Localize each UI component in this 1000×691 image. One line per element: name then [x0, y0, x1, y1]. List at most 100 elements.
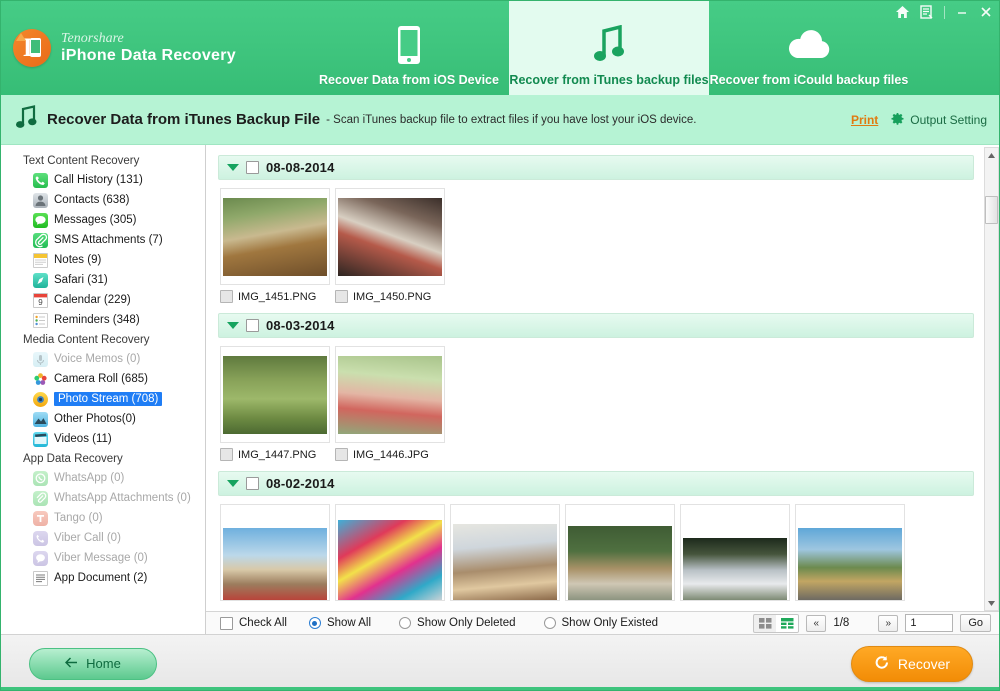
music-note-icon: [15, 104, 37, 135]
check-all-control[interactable]: Check All: [220, 616, 287, 630]
cloud-icon: [785, 21, 833, 69]
sidebar-item-label: Photo Stream (708): [54, 392, 163, 406]
file-tile[interactable]: [565, 504, 675, 601]
date-group-checkbox[interactable]: [246, 477, 259, 490]
file-checkbox[interactable]: [220, 448, 233, 461]
svg-text:9: 9: [38, 298, 43, 307]
sidebar-item-whatsapp-attachments[interactable]: WhatsApp Attachments (0): [1, 488, 205, 508]
file-tile[interactable]: [795, 504, 905, 601]
video-clapper-icon: [33, 431, 48, 447]
thumbnail-row: IMG_1447.PNG IMG_1446.JPG: [218, 338, 974, 465]
sidebar-item-call-history[interactable]: Call History (131): [1, 170, 205, 190]
scrollbar-thumb[interactable]: [985, 196, 998, 224]
filter-show-only-deleted[interactable]: Show Only Deleted: [399, 617, 516, 629]
date-group-checkbox[interactable]: [246, 319, 259, 332]
file-tile[interactable]: IMG_1450.PNG: [335, 188, 445, 303]
application-window: D Tenorshare iPhone Data Recovery Recove…: [0, 0, 1000, 691]
sidebar-item-label: Camera Roll (685): [54, 373, 148, 385]
check-all-label: Check All: [239, 617, 287, 629]
sidebar-item-calendar[interactable]: 9 Calendar (229): [1, 290, 205, 310]
chevron-down-icon[interactable]: [227, 480, 239, 487]
register-icon[interactable]: [920, 5, 934, 19]
sidebar-item-safari[interactable]: Safari (31): [1, 270, 205, 290]
date-group-checkbox[interactable]: [246, 161, 259, 174]
home-button[interactable]: Home: [29, 647, 157, 680]
scroll-up-arrow-icon[interactable]: [985, 148, 998, 162]
go-button[interactable]: Go: [960, 614, 991, 632]
page-input[interactable]: [905, 614, 954, 632]
sidebar-item-tango[interactable]: Tango (0): [1, 508, 205, 528]
file-checkbox[interactable]: [220, 290, 233, 303]
sidebar-item-label: Viber Call (0): [54, 532, 121, 544]
file-name: IMG_1451.PNG: [238, 290, 317, 303]
thumbnail-image: [683, 538, 787, 600]
tab-label: Recover Data from iOS Device: [319, 73, 499, 87]
thumbnail-image: [223, 528, 327, 600]
filter-show-only-existed[interactable]: Show Only Existed: [543, 617, 658, 629]
vertical-scrollbar[interactable]: [984, 147, 999, 611]
sidebar-item-notes[interactable]: Notes (9): [1, 250, 205, 270]
tab-label: Recover from iTunes backup files: [509, 73, 709, 87]
radio-show-only-deleted[interactable]: [399, 617, 412, 629]
first-page-button[interactable]: «: [806, 614, 827, 632]
filter-label: Show Only Deleted: [417, 617, 516, 629]
scroll-down-arrow-icon[interactable]: [985, 596, 998, 610]
minimize-button[interactable]: [955, 5, 969, 19]
sidebar-item-label: Videos (11): [54, 433, 112, 445]
sidebar-item-videos[interactable]: Videos (11): [1, 429, 205, 449]
viber-call-icon: [33, 530, 48, 546]
file-checkbox[interactable]: [335, 290, 348, 303]
sidebar-item-sms-attachments[interactable]: SMS Attachments (7): [1, 230, 205, 250]
output-setting-label: Output Setting: [910, 112, 987, 127]
sidebar-item-other-photos[interactable]: Other Photos(0): [1, 409, 205, 429]
sidebar-item-messages[interactable]: Messages (305): [1, 210, 205, 230]
file-checkbox[interactable]: [335, 448, 348, 461]
sidebar-item-whatsapp[interactable]: WhatsApp (0): [1, 468, 205, 488]
thumbnail-image: [568, 526, 672, 600]
home-icon[interactable]: [895, 5, 910, 19]
file-tile[interactable]: [220, 504, 330, 601]
print-link[interactable]: Print: [851, 113, 878, 127]
page-subheader: Recover Data from iTunes Backup File - S…: [1, 95, 999, 145]
tab-recover-from-icloud-backup[interactable]: Recover from iCould backup files: [709, 1, 909, 95]
date-group-header[interactable]: 08-08-2014: [218, 155, 974, 180]
sidebar-item-reminders[interactable]: Reminders (348): [1, 310, 205, 330]
recover-button[interactable]: Recover: [851, 645, 973, 682]
detail-view-button[interactable]: [776, 614, 799, 632]
chevron-down-icon[interactable]: [227, 322, 239, 329]
sidebar-item-voice-memos[interactable]: Voice Memos (0): [1, 349, 205, 369]
date-group-label: 08-02-2014: [266, 476, 335, 491]
safari-compass-icon: [33, 272, 48, 288]
file-tile[interactable]: [680, 504, 790, 601]
tab-recover-from-ios-device[interactable]: Recover Data from iOS Device: [309, 1, 509, 95]
radio-show-all[interactable]: [308, 617, 321, 629]
sidebar-item-photo-stream[interactable]: Photo Stream (708): [1, 389, 205, 409]
file-tile[interactable]: [335, 504, 445, 601]
tab-recover-from-itunes-backup[interactable]: Recover from iTunes backup files: [509, 1, 709, 95]
whatsapp-attachment-icon: [33, 490, 48, 506]
sidebar-item-viber-message[interactable]: Viber Message (0): [1, 548, 205, 568]
sidebar-item-app-document[interactable]: App Document (2): [1, 568, 205, 588]
date-group-header[interactable]: 08-03-2014: [218, 313, 974, 338]
grid-view-button[interactable]: [754, 615, 776, 632]
close-button[interactable]: [979, 5, 993, 19]
sidebar-group-title: App Data Recovery: [23, 453, 123, 465]
sidebar-item-camera-roll[interactable]: Camera Roll (685): [1, 369, 205, 389]
last-page-button[interactable]: »: [878, 614, 899, 632]
output-setting-button[interactable]: Output Setting: [890, 112, 987, 127]
sidebar-item-viber-call[interactable]: Viber Call (0): [1, 528, 205, 548]
thumbnail-image: [338, 197, 442, 276]
file-tile[interactable]: IMG_1451.PNG: [220, 188, 330, 303]
radio-show-only-existed[interactable]: [543, 617, 556, 629]
check-all-checkbox[interactable]: [220, 616, 233, 630]
filter-show-all[interactable]: Show All: [308, 617, 371, 629]
chevron-down-icon[interactable]: [227, 164, 239, 171]
phone-icon: [396, 21, 422, 69]
main-body: Text Content Recovery Call History (131)…: [1, 145, 999, 634]
file-tile[interactable]: IMG_1446.JPG: [335, 346, 445, 461]
date-group-header[interactable]: 08-02-2014: [218, 471, 974, 496]
sidebar-item-label: Other Photos(0): [54, 413, 136, 425]
file-tile[interactable]: [450, 504, 560, 601]
sidebar-item-contacts[interactable]: Contacts (638): [1, 190, 205, 210]
file-tile[interactable]: IMG_1447.PNG: [220, 346, 330, 461]
